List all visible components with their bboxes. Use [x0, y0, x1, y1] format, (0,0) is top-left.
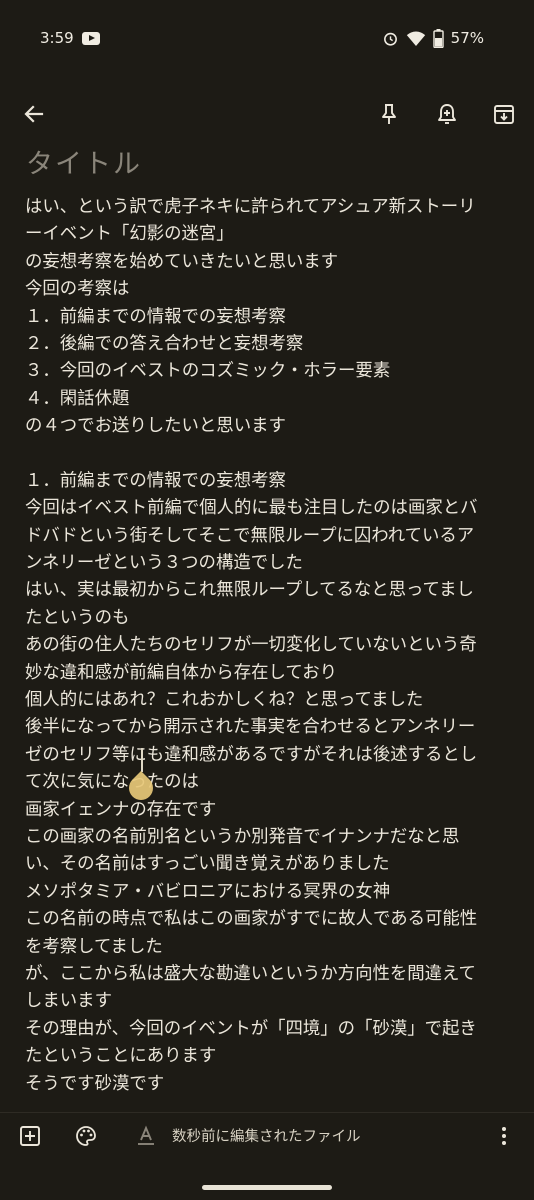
- note-line[interactable]: あの街の住人たちのセリフが一切変化していないという奇: [25, 632, 525, 659]
- note-line[interactable]: ドバドという街そしてそこで無限ループに囚われているア: [25, 523, 525, 550]
- alarm-icon: [383, 32, 397, 46]
- background-options-button[interactable]: [66, 1113, 106, 1159]
- note-line[interactable]: この画家の名前別名というか別発音でイナンナだなと思: [25, 824, 525, 851]
- back-button[interactable]: [12, 86, 56, 142]
- add-box-icon: [20, 1126, 40, 1146]
- palette-icon: [76, 1126, 96, 1146]
- back-arrow-icon: [24, 105, 44, 123]
- battery-percent: 57%: [450, 29, 484, 47]
- wifi-icon: [406, 31, 425, 46]
- note-line[interactable]: たというのも: [25, 605, 525, 632]
- note-line[interactable]: そうです砂漠です: [25, 1071, 525, 1098]
- status-bar: 3:59 57%: [0, 0, 534, 76]
- note-line[interactable]: ンネリーゼという３つの構造でした: [25, 550, 525, 577]
- archive-icon: [494, 105, 514, 124]
- note-line[interactable]: ゼのセリフ等にも違和感があるですがそれは後述するとし: [25, 742, 525, 769]
- note-line[interactable]: 後半になってから開示された事実を合わせるとアンネリー: [25, 714, 525, 741]
- navigation-bar: [0, 1158, 534, 1200]
- note-line[interactable]: １．前編までの情報での妄想考察: [25, 468, 525, 495]
- status-left: 3:59: [40, 29, 100, 47]
- note-line[interactable]: はい、実は最初からこれ無限ループしてるなと思ってまし: [25, 577, 525, 604]
- note-line[interactable]: 今回の考察は: [25, 276, 525, 303]
- note-line[interactable]: の４つでお送りしたいと思います: [25, 413, 525, 440]
- note-body[interactable]: はい、という訳で虎子ネキに許られてアシュア新ストーリ ーイベント「幻影の迷宮」 の妄…: [25, 194, 525, 1098]
- note-line[interactable]: が、ここから私は盛大な勘違いというか方向性を間違えて: [25, 961, 525, 988]
- battery-icon: [432, 28, 444, 48]
- note-line[interactable]: を考察してました: [25, 934, 525, 961]
- note-line[interactable]: その理由が、今回のイベントが「四境」の「砂漠」で起き: [25, 1016, 525, 1043]
- note-line[interactable]: い、その名前はすっごい聞き覚えがありました: [25, 851, 525, 878]
- note-line[interactable]: 今回はイベスト前編で個人的に最も注目したのは画家とバ: [25, 495, 525, 522]
- bottom-bar: 数秒前に編集されたファイル: [0, 1112, 534, 1159]
- note-line[interactable]: １．前編までの情報での妄想考察: [25, 304, 525, 331]
- status-right: 57%: [382, 28, 484, 48]
- text-caret: [141, 748, 143, 772]
- note-line[interactable]: [25, 441, 525, 468]
- pin-icon: [382, 104, 396, 124]
- note-line[interactable]: たということにあります: [25, 1043, 525, 1070]
- more-options-button[interactable]: [486, 1113, 522, 1159]
- note-toolbar: [0, 86, 534, 142]
- text-format-icon: [138, 1125, 154, 1145]
- note-line[interactable]: の妄想考察を始めていきたいと思います: [25, 249, 525, 276]
- note-editor[interactable]: タイトル はい、という訳で虎子ネキに許られてアシュア新ストーリ ーイベント「幻影の…: [0, 142, 534, 1112]
- note-line[interactable]: 画家イェンナの存在です: [25, 797, 525, 824]
- note-line[interactable]: ーイベント「幻影の迷宮」: [25, 221, 525, 248]
- gesture-handle[interactable]: [202, 1185, 332, 1190]
- note-line[interactable]: この名前の時点で私はこの画家がすでに故人である可能性: [25, 906, 525, 933]
- note-line[interactable]: ３．今回のイベストのコズミック・ホラー要素: [25, 358, 525, 385]
- screen: 3:59 57% タイトル はい、という訳で虎子ネキに許られてアシュア新ストーリ…: [0, 0, 534, 1200]
- last-edited-text: 数秒前に編集されたファイル: [172, 1129, 361, 1145]
- text-format-button[interactable]: [126, 1113, 166, 1159]
- note-line[interactable]: ４．閑話休題: [25, 386, 525, 413]
- add-reminder-icon: [438, 104, 456, 124]
- note-line[interactable]: メソポタミア・バビロニアにおける冥界の女神: [25, 879, 525, 906]
- note-line[interactable]: ２．後編での答え合わせと妄想考察: [25, 331, 525, 358]
- archive-button[interactable]: [482, 86, 526, 142]
- note-line[interactable]: 妙な違和感が前編自体から存在しており: [25, 660, 525, 687]
- youtube-icon: [81, 31, 100, 45]
- note-line[interactable]: て次に気になったのは: [25, 769, 525, 796]
- note-line[interactable]: はい、という訳で虎子ネキに許られてアシュア新ストーリ: [25, 194, 525, 221]
- note-title[interactable]: タイトル: [26, 142, 142, 181]
- note-line[interactable]: しまいます: [25, 988, 525, 1015]
- reminder-button[interactable]: [425, 86, 469, 142]
- more-vert-icon: [502, 1127, 506, 1145]
- status-time: 3:59: [40, 29, 74, 47]
- pin-button[interactable]: [367, 86, 411, 142]
- add-content-button[interactable]: [10, 1113, 50, 1159]
- note-line[interactable]: 個人的にはあれ？これおかしくね？と思ってました: [25, 687, 525, 714]
